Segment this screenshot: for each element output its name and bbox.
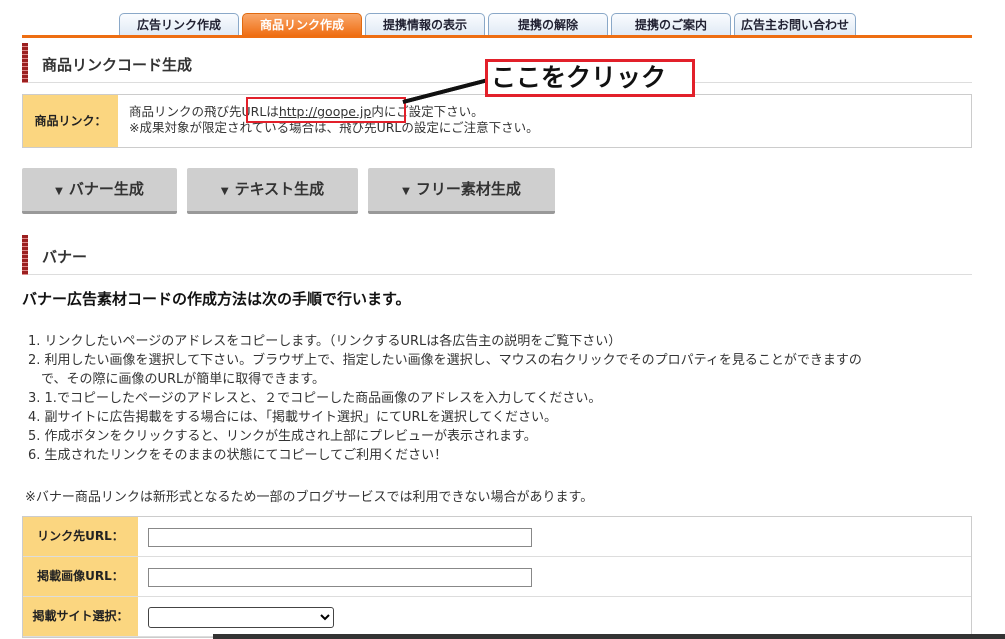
- steps-heading: バナー広告素材コードの作成方法は次の手順で行います。: [22, 290, 411, 308]
- image-url-input[interactable]: [148, 568, 532, 587]
- steps-list: 1. リンクしたいページのアドレスをコピーします。（リンクするURLは各広告主の…: [28, 332, 862, 465]
- click-here-callout: ここをクリック: [485, 59, 695, 97]
- free-material-generate-button[interactable]: ▼ フリー素材生成: [368, 168, 555, 214]
- section-marker: [22, 235, 28, 275]
- site-select[interactable]: [148, 607, 334, 628]
- text-generate-label: テキスト生成: [234, 180, 325, 198]
- form-row-site-select: 掲載サイト選択：: [23, 597, 971, 637]
- link-url-label: リンク先URL：: [23, 517, 138, 556]
- free-material-generate-label: フリー素材生成: [415, 180, 521, 198]
- list-item: 2. 利用したい画像を選択して下さい。ブラウザ上で、指定したい画像を選択し、マウ…: [28, 353, 862, 368]
- list-item: 6. 生成されたリンクをそのままの状態にてコピーしてご利用ください！: [28, 448, 448, 463]
- form-row-link-url: リンク先URL：: [23, 517, 971, 557]
- list-item: で、その際に画像のURLが簡単に取得できます。: [28, 372, 325, 387]
- site-select-label: 掲載サイト選択：: [23, 597, 138, 636]
- text-generate-button[interactable]: ▼ テキスト生成: [187, 168, 358, 214]
- triangle-down-icon: ▼: [220, 186, 229, 197]
- section-header-banner: バナー: [22, 235, 972, 275]
- form-row-image-url: 掲載画像URL：: [23, 557, 971, 597]
- link-url-input[interactable]: [148, 528, 532, 547]
- banner-generate-label: バナー生成: [68, 180, 144, 198]
- list-item: 5. 作成ボタンをクリックすると、リンクが生成され上部にプレビューが表示されます…: [28, 429, 537, 444]
- list-item: 1. リンクしたいページのアドレスをコピーします。（リンクするURLは各広告主の…: [28, 334, 622, 349]
- triangle-down-icon: ▼: [402, 186, 410, 197]
- banner-note: ※バナー商品リンクは新形式となるため一部のブログサービスでは利用できない場合があ…: [25, 490, 594, 505]
- horizontal-scrollbar[interactable]: [213, 634, 1005, 639]
- triangle-down-icon: ▼: [55, 186, 63, 197]
- list-item: 3. 1.でコピーしたページのアドレスと、２でコピーした商品画像のアドレスを入力…: [28, 391, 602, 406]
- section-title: バナー: [42, 248, 88, 266]
- banner-generate-button[interactable]: ▼ バナー生成: [22, 168, 177, 214]
- banner-form: リンク先URL： 掲載画像URL： 掲載サイト選択：: [22, 516, 972, 638]
- list-item: 4. 副サイトに広告掲載をする場合には、「掲載サイト選択」にてURLを選択してく…: [28, 410, 558, 425]
- image-url-label: 掲載画像URL：: [23, 557, 138, 596]
